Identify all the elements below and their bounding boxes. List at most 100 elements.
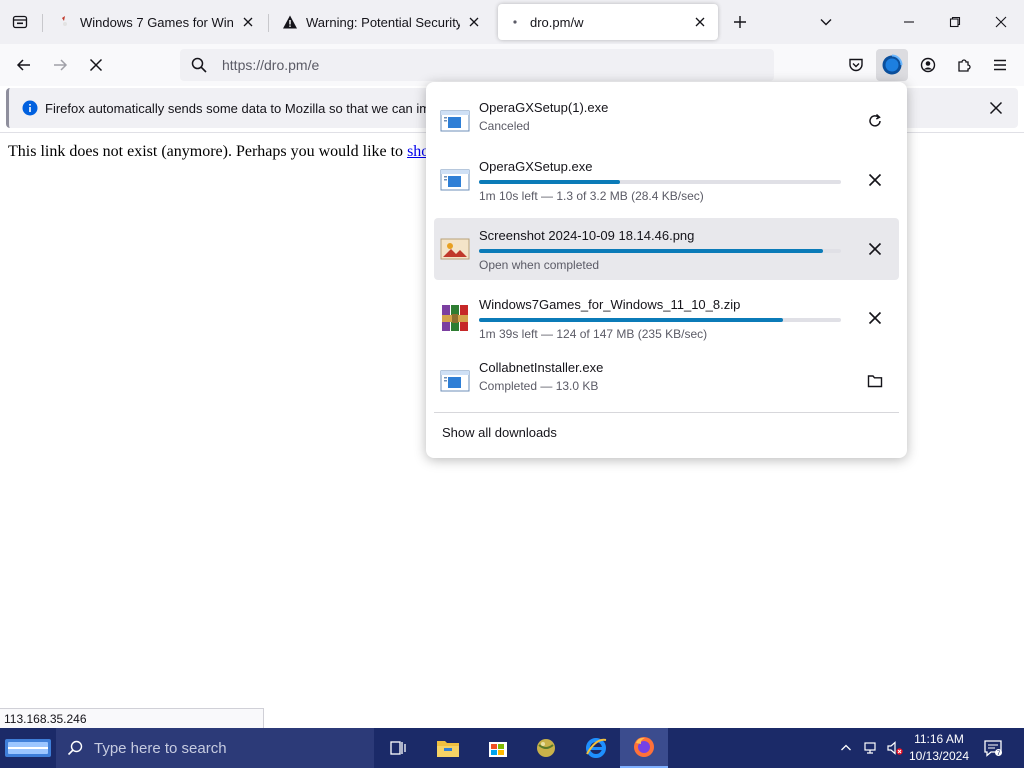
close-tab-button[interactable] [692, 14, 708, 30]
info-icon [22, 100, 38, 116]
tab-label: dro.pm/w [530, 14, 584, 30]
tab-windows7-games[interactable]: Windows 7 Games for Windows 11 [48, 4, 266, 40]
back-arrow-icon [16, 59, 30, 71]
cancel-icon [868, 173, 882, 187]
globe-app-icon [537, 739, 555, 757]
progress-fill [479, 249, 823, 253]
forward-button[interactable] [44, 49, 76, 81]
back-button[interactable] [8, 49, 40, 81]
zip-archive-icon [442, 305, 468, 331]
tab-security-warning[interactable]: Warning: Potential Security Risk Ahead [272, 4, 492, 40]
restore-button[interactable] [932, 0, 978, 44]
file-explorer-icon [437, 741, 459, 757]
download-item[interactable]: CollabnetInstaller.exe Completed — 13.0 … [434, 350, 899, 412]
tab-strip: Windows 7 Games for Windows 11 Warning: … [0, 0, 1024, 44]
url-bar[interactable]: https://dro.pm/e [180, 49, 774, 81]
taskbar-search-box[interactable]: Type here to search [56, 728, 374, 768]
close-tab-button[interactable] [240, 14, 256, 30]
retry-download-button[interactable] [859, 105, 891, 137]
close-icon [243, 17, 253, 27]
download-item[interactable]: OperaGXSetup.exe 1m 10s left — 1.3 of 3.… [434, 149, 899, 211]
exe-file-icon [440, 169, 470, 191]
pocket-button[interactable] [840, 49, 872, 81]
internet-explorer-button[interactable] [572, 728, 620, 768]
close-icon [995, 16, 1007, 28]
internet-explorer-icon [586, 738, 607, 758]
new-tab-button[interactable] [724, 6, 756, 38]
status-text: 113.168.35.246 [4, 712, 87, 726]
svg-text:7: 7 [997, 750, 1001, 757]
stop-button[interactable] [80, 49, 112, 81]
clock-date: 10/13/2024 [908, 749, 970, 763]
close-tab-button[interactable] [466, 14, 482, 30]
taskbar: Type here to search 11:16 AM 10/13/2024 … [0, 728, 1024, 768]
taskbar-clock[interactable]: 11:16 AM 10/13/2024 [906, 731, 972, 765]
download-item[interactable]: Screenshot 2024-10-09 18.14.46.png Open … [434, 218, 899, 280]
show-all-downloads-button[interactable]: Show all downloads [442, 425, 557, 440]
download-item[interactable]: Windows7Games_for_Windows_11_10_8.zip 1m… [434, 287, 899, 349]
firefox-taskbar-button[interactable] [620, 728, 668, 768]
download-status: 1m 10s left — 1.3 of 3.2 MB (28.4 KB/sec… [479, 189, 704, 203]
search-icon [67, 740, 83, 756]
download-filename: CollabnetInstaller.exe [479, 360, 604, 375]
download-status: Canceled [479, 119, 530, 133]
download-progress-bar [479, 180, 841, 184]
volume-muted-icon [887, 741, 903, 755]
action-center-button[interactable]: 7 [978, 728, 1008, 768]
downloads-button[interactable] [876, 49, 908, 81]
warning-icon [283, 15, 297, 29]
stop-icon [89, 58, 103, 72]
network-button[interactable] [860, 728, 882, 768]
downloads-divider [434, 412, 899, 413]
account-icon [920, 57, 936, 73]
png-image-icon [440, 238, 470, 260]
show-hidden-icons-button[interactable] [836, 728, 856, 768]
show-in-folder-button[interactable] [859, 365, 891, 397]
download-filename: OperaGXSetup.exe [479, 159, 593, 174]
page-message: This link does not exist (anymore). Perh… [8, 143, 429, 161]
list-all-tabs-button[interactable] [810, 6, 842, 38]
firefox-view-button[interactable] [4, 6, 36, 38]
cancel-icon [868, 242, 882, 256]
app-sphere-button[interactable] [522, 728, 570, 768]
tab-separator [42, 14, 43, 32]
app-menu-button[interactable] [984, 49, 1016, 81]
download-filename: OperaGXSetup(1).exe [479, 100, 609, 115]
start-button[interactable] [0, 728, 56, 768]
cancel-icon [868, 311, 882, 325]
network-icon [864, 742, 876, 754]
cancel-download-button[interactable] [859, 164, 891, 196]
notifications-icon: 7 [984, 740, 1002, 757]
download-status: Open when completed [479, 258, 600, 272]
close-window-button[interactable] [978, 0, 1024, 44]
microsoft-store-button[interactable] [474, 728, 522, 768]
cancel-download-button[interactable] [859, 233, 891, 265]
taskbar-search-placeholder: Type here to search [94, 739, 227, 757]
download-filename: Windows7Games_for_Windows_11_10_8.zip [479, 297, 741, 312]
tab-separator [268, 14, 269, 32]
minimize-button[interactable] [886, 0, 932, 44]
tab-dro-pm[interactable]: dro.pm/w [498, 4, 718, 40]
tab-label: Windows 7 Games for Windows 11 [80, 14, 234, 30]
clock-time: 11:16 AM [914, 732, 964, 746]
task-view-button[interactable] [374, 728, 422, 768]
folder-icon [867, 375, 883, 388]
close-icon [469, 17, 479, 27]
exe-file-icon [440, 110, 470, 132]
close-icon [695, 17, 705, 27]
store-icon [489, 742, 507, 757]
file-explorer-button[interactable] [424, 728, 472, 768]
firefox-view-icon [12, 15, 28, 29]
url-text: https://dro.pm/e [222, 57, 320, 73]
download-status: Completed — 13.0 KB [479, 379, 599, 393]
chevron-down-icon [820, 19, 832, 26]
cancel-download-button[interactable] [859, 302, 891, 334]
close-notification-button[interactable] [986, 98, 1006, 118]
account-button[interactable] [912, 49, 944, 81]
restore-icon [949, 16, 961, 28]
download-item[interactable]: OperaGXSetup(1).exe Canceled [434, 90, 899, 152]
extensions-button[interactable] [948, 49, 980, 81]
task-view-icon [390, 741, 406, 755]
tab-label: Warning: Potential Security Risk Ahead [306, 14, 460, 30]
volume-button[interactable] [884, 728, 906, 768]
